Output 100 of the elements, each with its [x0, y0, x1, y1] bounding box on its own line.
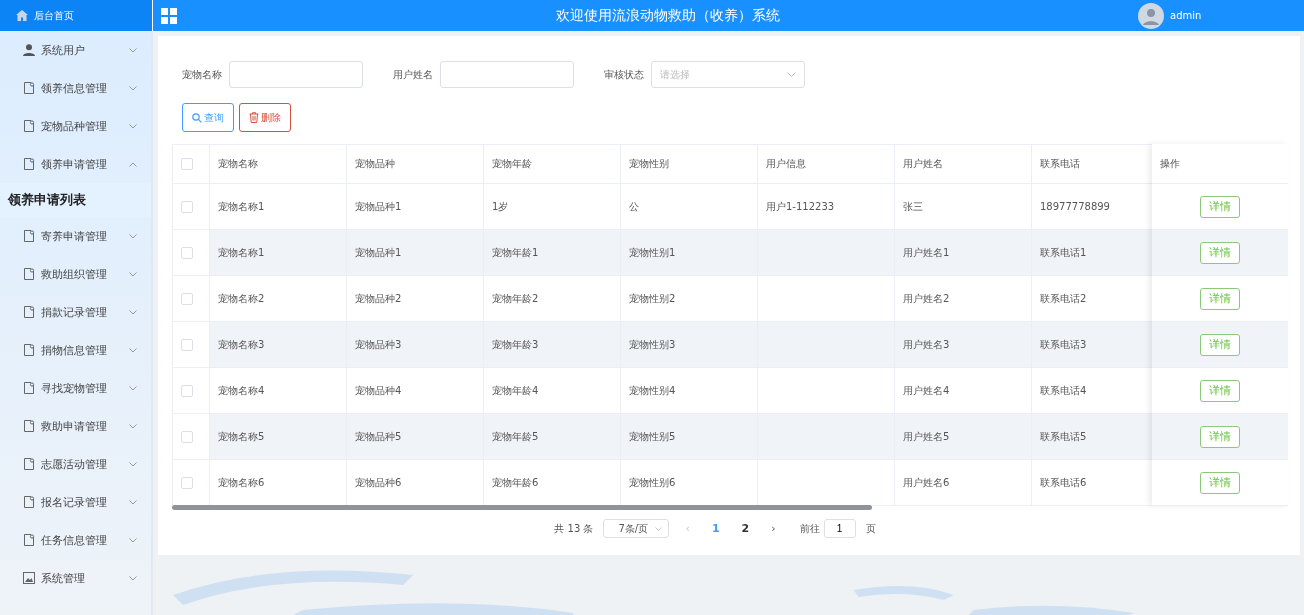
row-checkbox[interactable]: [181, 292, 193, 305]
page-number[interactable]: 2: [735, 522, 756, 535]
column-header: 宠物性别: [620, 144, 758, 184]
table-cell: 宠物品种1: [355, 246, 402, 258]
image-icon: [23, 572, 35, 584]
chevron-down-icon: [129, 309, 137, 315]
table-cell: 宠物年龄2: [492, 292, 539, 304]
table-cell: 宠物品种3: [355, 338, 402, 350]
sidebar-menu-item[interactable]: 寻找宠物管理: [0, 369, 151, 407]
document-icon: [23, 268, 35, 280]
table-cell: 公: [629, 200, 639, 212]
sidebar-menu-item[interactable]: 寄养申请管理: [0, 217, 151, 255]
sidebar-menu-item[interactable]: 捐物信息管理: [0, 331, 151, 369]
table-cell: 1岁: [492, 200, 509, 212]
chevron-down-icon: [129, 423, 137, 429]
scrollbar-thumb[interactable]: [172, 505, 872, 510]
table-cell: 用户姓名6: [903, 476, 950, 488]
avatar-icon[interactable]: [1138, 2, 1164, 29]
table-cell: 宠物性别5: [629, 430, 676, 442]
text-input-field[interactable]: [229, 61, 363, 88]
page-size-select[interactable]: 7条/页: [603, 519, 670, 538]
table-cell: 宠物性别4: [629, 384, 676, 396]
grid-menu-icon[interactable]: [161, 7, 177, 24]
document-icon: [23, 458, 35, 470]
table-cell: 宠物品种1: [355, 200, 402, 212]
next-page-button[interactable]: ›: [765, 522, 782, 535]
document-icon: [23, 230, 35, 242]
table-cell: 宠物名称5: [218, 430, 265, 442]
document-icon: [23, 496, 35, 508]
page-suffix: 页: [865, 521, 876, 536]
home-icon: [16, 10, 28, 21]
sidebar-menu-item[interactable]: 领养申请管理: [0, 145, 151, 183]
app-title: 欢迎使用流浪动物救助（收养）系统: [554, 6, 781, 25]
table-cell: 联系电话1: [1040, 246, 1087, 258]
column-header: 用户信息: [757, 144, 895, 184]
table-cell: 宠物品种6: [355, 476, 402, 488]
table-cell: 宠物年龄6: [492, 476, 539, 488]
table-cell: 联系电话5: [1040, 430, 1087, 442]
column-header: 宠物年龄: [483, 144, 621, 184]
sidebar-menu-item[interactable]: 宠物品种管理: [0, 107, 151, 145]
total-count: 共 13 条: [554, 521, 594, 536]
sidebar-menu-item[interactable]: 领养信息管理: [0, 69, 151, 107]
row-checkbox[interactable]: [181, 476, 193, 489]
table-cell: 联系电话6: [1040, 476, 1087, 488]
table-cell: 宠物年龄5: [492, 430, 539, 442]
field-label: 宠物名称: [182, 67, 222, 82]
sidebar-menu-item[interactable]: 捐款记录管理: [0, 293, 151, 331]
text-input-field[interactable]: [440, 61, 574, 88]
document-icon: [23, 120, 35, 132]
table-cell: 联系电话3: [1040, 338, 1087, 350]
table-cell: 用户姓名3: [903, 338, 950, 350]
sidebar-menu-item[interactable]: 系统管理: [0, 559, 151, 597]
select-all-checkbox[interactable]: [181, 158, 193, 170]
sidebar-menu-item[interactable]: 任务信息管理: [0, 521, 151, 559]
chevron-down-icon: [129, 537, 137, 543]
trash-icon: [249, 112, 259, 123]
row-checkbox[interactable]: [181, 200, 193, 213]
table-cell: 宠物年龄1: [492, 246, 539, 258]
table-cell: 宠物名称6: [218, 476, 265, 488]
document-icon: [23, 344, 35, 356]
chevron-down-icon: [129, 85, 137, 91]
chevron-down-icon: [129, 271, 137, 277]
table-cell: 联系电话2: [1040, 292, 1087, 304]
sidebar-menu-item[interactable]: 报名记录管理: [0, 483, 151, 521]
table-cell: 宠物名称1: [218, 200, 265, 212]
sidebar-menu-item[interactable]: 系统用户: [0, 31, 151, 69]
chevron-down-icon: [129, 461, 137, 467]
sidebar-menu-item[interactable]: 救助申请管理: [0, 407, 151, 445]
table-cell: 宠物品种4: [355, 384, 402, 396]
sidebar-menu-item[interactable]: 志愿活动管理: [0, 445, 151, 483]
chevron-down-icon: [129, 233, 137, 239]
table-cell: 用户姓名4: [903, 384, 950, 396]
row-checkbox[interactable]: [181, 430, 193, 443]
document-icon: [23, 420, 35, 432]
document-icon: [23, 382, 35, 394]
page-input-field[interactable]: 1: [823, 519, 856, 538]
chevron-down-icon: [129, 499, 137, 505]
table-cell: 联系电话4: [1040, 384, 1087, 396]
table-cell: 宠物名称3: [218, 338, 265, 350]
chevron-down-icon: [129, 575, 137, 581]
table-cell: 宠物名称1: [218, 246, 265, 258]
table-cell: 宠物性别3: [629, 338, 676, 350]
column-header: 宠物品种: [346, 144, 484, 184]
row-checkbox[interactable]: [181, 384, 193, 397]
table-cell: 张三: [903, 200, 923, 212]
chevron-down-icon: [129, 347, 137, 353]
sidebar-menu-item[interactable]: 救助组织管理: [0, 255, 151, 293]
table-cell: 宠物名称2: [218, 292, 265, 304]
table-cell: 宠物性别2: [629, 292, 676, 304]
row-checkbox[interactable]: [181, 246, 193, 259]
table-cell: 18977778899: [1040, 201, 1110, 212]
table-cell: 宠物年龄4: [492, 384, 539, 396]
chevron-up-icon: [129, 161, 137, 167]
home-menu-item[interactable]: 后台首页: [0, 0, 153, 31]
delete-button[interactable]: 删除: [239, 103, 291, 132]
row-checkbox[interactable]: [181, 338, 193, 351]
table-cell: 宠物年龄3: [492, 338, 539, 350]
table-cell: 用户1-112233: [766, 200, 835, 212]
table-cell: 用户姓名1: [903, 246, 950, 258]
document-icon: [23, 82, 35, 94]
